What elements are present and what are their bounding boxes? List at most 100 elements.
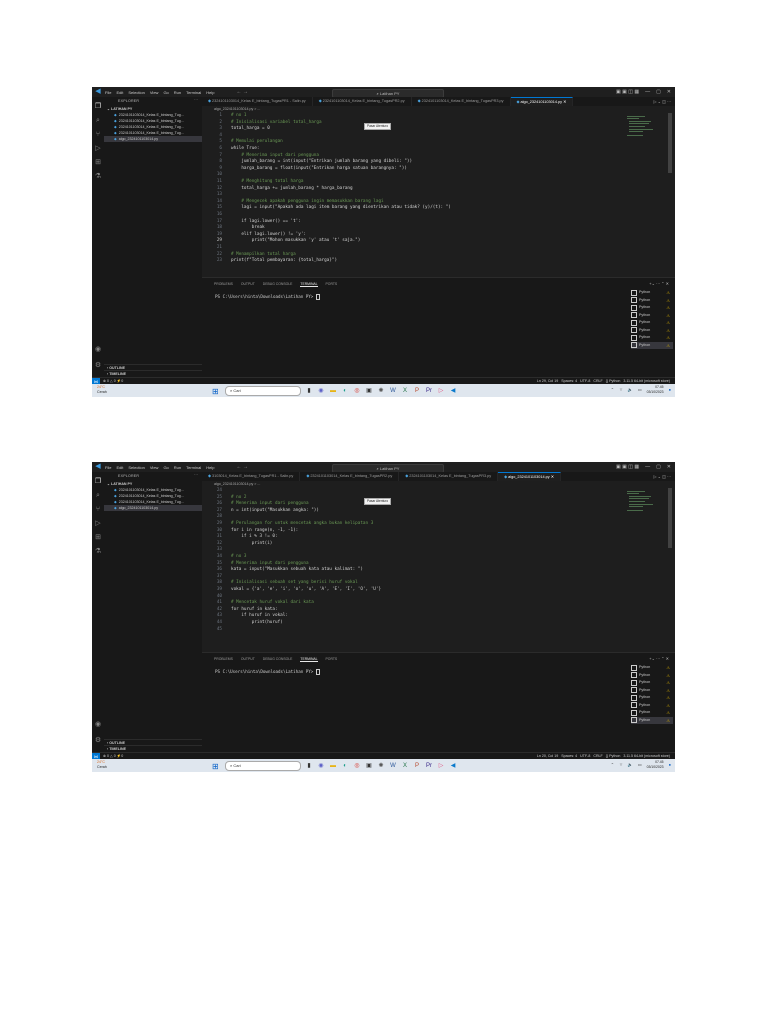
terminal-instance[interactable]: Python ⚠ bbox=[631, 672, 673, 680]
chrome-icon[interactable]: ◎ bbox=[353, 762, 361, 770]
run-split-icons[interactable]: ▷ ⌄ ◫ ··· bbox=[653, 472, 671, 481]
terminal-instance[interactable]: Python ⚠ bbox=[631, 702, 673, 710]
menu-run[interactable]: Run bbox=[174, 465, 181, 470]
timeline-section[interactable]: › TIMELINE bbox=[104, 745, 205, 752]
close-icon[interactable]: ✕ bbox=[667, 87, 671, 97]
terminal-output[interactable]: PS C:\Users\hinta\Downloads\Latihan PY> bbox=[215, 294, 320, 300]
minimap[interactable] bbox=[625, 488, 665, 518]
chat-icon[interactable]: ◉ bbox=[317, 387, 325, 395]
close-tab-icon[interactable]: ✕ bbox=[551, 475, 554, 479]
code-line[interactable]: 22 # Menampilkan total harga bbox=[202, 252, 296, 258]
chat-icon[interactable]: ◉ bbox=[317, 762, 325, 770]
word-icon[interactable]: W bbox=[389, 762, 397, 770]
tab-debug-console[interactable]: DEBUG CONSOLE bbox=[263, 657, 293, 662]
minimap[interactable] bbox=[625, 113, 665, 143]
code-line[interactable]: 29 print("Mohon masukkan 'y' atau 't' sa… bbox=[202, 238, 361, 244]
task-view-icon[interactable]: ▮ bbox=[305, 762, 313, 770]
tab-file-2[interactable]: ◆ 2324101103014_Kelas E_bintang_TugasPR2… bbox=[313, 97, 412, 106]
file-item[interactable]: ◆ algo_2324101103014.py bbox=[104, 136, 202, 142]
code-line[interactable]: 12 total_harga += jumlah_barang * harga_… bbox=[202, 186, 353, 192]
play-icon[interactable]: ▷ bbox=[437, 762, 445, 770]
tab-file-1[interactable]: ◆ 3103014_Kelas E_bintang_TugasPR1 - Sal… bbox=[202, 472, 301, 481]
code-line[interactable]: 44 print(huruf) bbox=[202, 620, 283, 626]
layout-toggle-icon[interactable]: ▣ ▣ ◫ ▦ bbox=[616, 87, 639, 97]
breadcrumb[interactable]: algo_2324101103014.py > ... bbox=[202, 106, 260, 112]
breadcrumb[interactable]: algo_2324101103014.py > ... bbox=[202, 481, 260, 487]
code-line[interactable]: 36 kata = input("Masukkan sebuah kata ata… bbox=[202, 567, 363, 573]
code-line[interactable]: 31 if i % 3 != 0: bbox=[202, 534, 278, 540]
run-split-icons[interactable]: ▷ ⌄ ◫ ··· bbox=[653, 97, 671, 106]
powerpoint-icon[interactable]: P bbox=[413, 762, 421, 770]
account-icon[interactable]: ◉ bbox=[95, 345, 101, 354]
menu-view[interactable]: View bbox=[150, 465, 159, 470]
code-line[interactable]: 37 bbox=[202, 574, 231, 580]
testing-icon[interactable]: ⚗ bbox=[95, 172, 101, 181]
menu-view[interactable]: View bbox=[150, 90, 159, 95]
network-icon[interactable]: ⌔ bbox=[619, 387, 623, 393]
code-editor[interactable]: 1 # no 1 2 # Inisialisasi variabel total_ha… bbox=[202, 113, 675, 276]
taskbar-search[interactable]: ⌕ Cari bbox=[225, 386, 301, 396]
windows-start-icon[interactable]: ⊞ bbox=[212, 762, 221, 771]
code-line[interactable]: 19 elif lagi.lower() != 'y': bbox=[202, 232, 306, 238]
tab-file-2[interactable]: ◆ 2324101103014_Kelas E_bintang_TugasPR2… bbox=[300, 472, 400, 481]
code-line[interactable]: 45 bbox=[202, 627, 231, 633]
panel-actions-icons[interactable]: +⌄ ⋯ ⌃ ✕ bbox=[649, 281, 669, 286]
code-line[interactable]: 17 if lagi.lower() == 't': bbox=[202, 219, 301, 225]
store-icon[interactable]: ▣ bbox=[365, 387, 373, 395]
tab-terminal[interactable]: TERMINAL bbox=[300, 657, 318, 662]
settings-gear-icon[interactable]: ⚙ bbox=[95, 736, 101, 745]
volume-icon[interactable]: 🔈 bbox=[628, 762, 633, 767]
code-line[interactable]: 14 # Mengecek apakah pengguna ingin mema… bbox=[202, 199, 384, 205]
notification-icon[interactable]: ● bbox=[669, 387, 671, 392]
code-line[interactable]: 25 # no 2 bbox=[202, 495, 247, 501]
code-line[interactable]: 2 # Inisialisasi variabel total_harga bbox=[202, 120, 321, 126]
vscode-taskbar-icon[interactable]: ◀ bbox=[449, 762, 457, 770]
code-line[interactable]: 41 # Mencetak huruf vokal dari kata bbox=[202, 600, 314, 606]
weather-widget[interactable]: 24°C Cerah bbox=[97, 385, 107, 395]
layout-toggle-icon[interactable]: ▣ ▣ ◫ ▦ bbox=[616, 462, 639, 472]
battery-icon[interactable]: ▭ bbox=[638, 387, 642, 392]
code-line[interactable]: 24 bbox=[202, 488, 231, 494]
code-line[interactable]: 1 # no 1 bbox=[202, 113, 246, 119]
weather-widget[interactable]: 24°C Cerah bbox=[97, 760, 107, 770]
terminal-instance[interactable]: Python ⚠ bbox=[631, 687, 673, 695]
taskbar-search[interactable]: ⌕ Cari bbox=[225, 761, 301, 771]
terminal-instance[interactable]: Python ⚠ bbox=[631, 304, 673, 312]
menu-terminal[interactable]: Terminal bbox=[186, 465, 201, 470]
play-icon[interactable]: ▷ bbox=[437, 387, 445, 395]
code-line[interactable]: 33 bbox=[202, 547, 231, 553]
premiere-icon[interactable]: Pr bbox=[425, 762, 433, 770]
code-line[interactable]: 8 jumlah_barang = int(input("Entrikan ju… bbox=[202, 159, 412, 165]
terminal-instance[interactable]: Python ⚠ bbox=[631, 312, 673, 320]
nav-back-forward-icon[interactable]: ← → bbox=[236, 464, 247, 470]
code-line[interactable]: 21 bbox=[202, 245, 231, 251]
code-line[interactable]: 13 bbox=[202, 192, 231, 198]
menu-file[interactable]: File bbox=[105, 90, 111, 95]
file-explorer-icon[interactable]: ▬ bbox=[329, 387, 337, 395]
settings-gear-icon[interactable]: ⚙ bbox=[95, 361, 101, 370]
tab-problems[interactable]: PROBLEMS bbox=[214, 657, 233, 662]
tray-overflow-icon[interactable]: ⌃ bbox=[611, 387, 614, 392]
network-icon[interactable]: ⌔ bbox=[619, 762, 623, 768]
menu-help[interactable]: Help bbox=[206, 465, 214, 470]
tab-output[interactable]: OUTPUT bbox=[241, 282, 255, 287]
terminal-instance[interactable]: Python ⚠ bbox=[631, 709, 673, 717]
battery-icon[interactable]: ▭ bbox=[638, 762, 642, 767]
run-debug-icon[interactable]: ▷ bbox=[95, 519, 100, 528]
volume-icon[interactable]: 🔈 bbox=[628, 387, 633, 392]
panel-actions-icons[interactable]: +⌄ ⋯ ⌃ ✕ bbox=[649, 656, 669, 661]
code-line[interactable]: 35 # Menerima input dari pengguna bbox=[202, 561, 309, 567]
code-line[interactable]: 40 bbox=[202, 594, 231, 600]
code-line[interactable]: 5 # Memulai perulangan bbox=[202, 139, 282, 145]
maximize-icon[interactable]: ▢ bbox=[656, 462, 661, 472]
minimize-icon[interactable]: — bbox=[645, 462, 650, 472]
extensions-icon[interactable]: ⊞ bbox=[95, 158, 101, 167]
edge-icon[interactable]: ◐ bbox=[341, 387, 349, 395]
code-line[interactable]: 16 bbox=[202, 212, 231, 218]
code-line[interactable]: 32 print(i) bbox=[202, 541, 273, 547]
code-line[interactable]: 7 # Menerima input dari pengguna bbox=[202, 153, 319, 159]
file-explorer-icon[interactable]: ▬ bbox=[329, 762, 337, 770]
menu-selection[interactable]: Selection bbox=[128, 90, 144, 95]
code-line[interactable]: 39 vokal = {'a', 'e', 'i', 'o', 'u', 'A',… bbox=[202, 587, 381, 593]
code-line[interactable]: 38 # Inisialisasi sebuah set yang berisi … bbox=[202, 580, 358, 586]
